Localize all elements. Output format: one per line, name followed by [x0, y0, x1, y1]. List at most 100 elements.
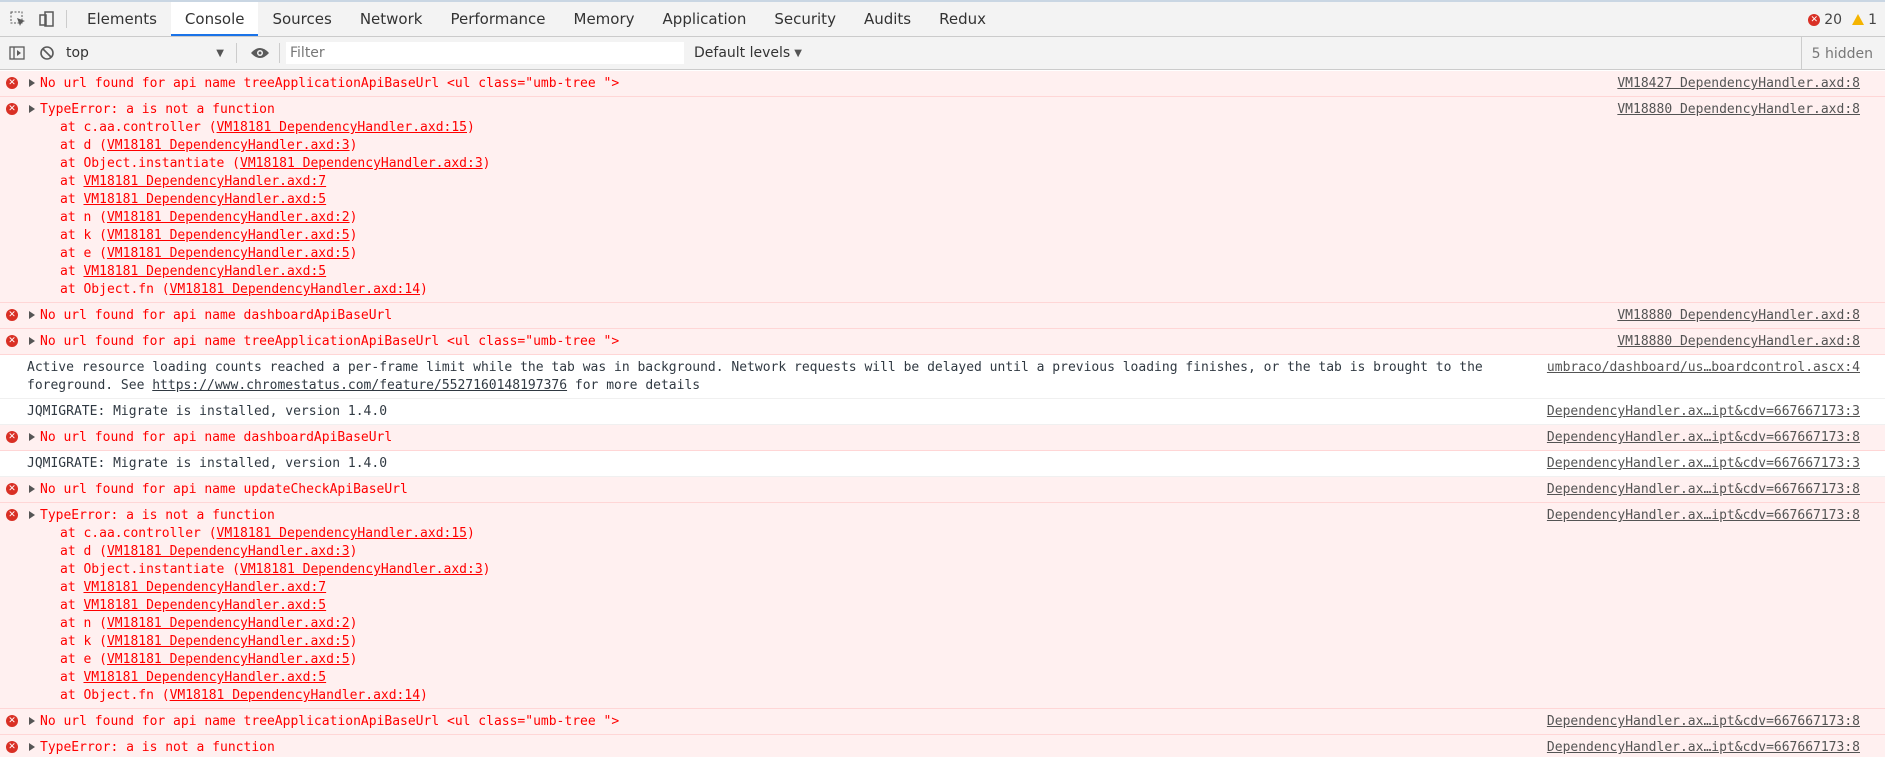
live-expression-eye-icon[interactable] [247, 41, 273, 65]
stack-frame-link[interactable]: VM18181 DependencyHandler.axd:15 [217, 120, 467, 135]
stack-frame-link[interactable]: VM18181 DependencyHandler.axd:7 [83, 580, 326, 595]
stack-frame-link[interactable]: VM18181 DependencyHandler.axd:5 [107, 634, 350, 649]
warning-count-icon [1852, 14, 1865, 25]
stack-frame-link[interactable]: VM18181 DependencyHandler.axd:5 [83, 598, 326, 613]
message-source-link[interactable]: DependencyHandler.ax…ipt&cdv=667667173:8 [1547, 507, 1860, 525]
console-error-message[interactable]: ✕ No url found for api name dashboardApiB… [0, 303, 1885, 329]
message-source-link[interactable]: DependencyHandler.ax…ipt&cdv=667667173:8 [1547, 429, 1860, 447]
message-link[interactable]: https://www.chromestatus.com/feature/552… [152, 378, 567, 393]
stack-frame-link[interactable]: VM18181 DependencyHandler.axd:3 [240, 156, 483, 171]
message-text: No url found for api name dashboardApiBa… [40, 430, 393, 445]
stack-frame-prefix: at Object.instantiate ( [60, 156, 241, 171]
console-error-message[interactable]: ✕ No url found for api name treeApplicati… [0, 71, 1885, 97]
error-icon: ✕ [6, 77, 18, 89]
message-text: TypeError: a is not a function [40, 508, 275, 523]
console-error-message[interactable]: ✕ No url found for api name updateCheckAp… [0, 477, 1885, 503]
stack-frame-link[interactable]: VM18181 DependencyHandler.axd:5 [107, 228, 350, 243]
message-source-link[interactable]: DependencyHandler.ax…ipt&cdv=667667173:8 [1547, 713, 1860, 731]
message-source-link[interactable]: VM18880 DependencyHandler.axd:8 [1617, 333, 1860, 351]
stack-frame-suffix: ) [349, 210, 358, 225]
log-levels-dropdown[interactable]: Default levels ▼ [684, 45, 812, 61]
expand-triangle-icon[interactable] [29, 105, 35, 113]
device-toolbar-icon[interactable] [32, 2, 60, 36]
stack-frame-suffix: ) [467, 526, 475, 541]
console-info-message[interactable]: Active resource loading counts reached a… [0, 355, 1885, 399]
toolbar-divider [279, 43, 280, 63]
message-source-link[interactable]: VM18880 DependencyHandler.axd:8 [1617, 101, 1860, 119]
context-selector[interactable]: top ▼ [60, 42, 230, 64]
message-source-link[interactable]: DependencyHandler.ax…ipt&cdv=667667173:3 [1547, 455, 1860, 473]
stack-frame-link[interactable]: VM18181 DependencyHandler.axd:2 [107, 210, 350, 225]
stack-frame-link[interactable]: VM18181 DependencyHandler.axd:3 [240, 562, 483, 577]
stack-frame: at Object.fn (VM18181 DependencyHandler.… [40, 687, 1485, 705]
tab-application[interactable]: Application [649, 2, 761, 36]
stack-frame-link[interactable]: VM18181 DependencyHandler.axd:5 [107, 652, 350, 667]
expand-triangle-icon[interactable] [29, 717, 35, 725]
console-error-message[interactable]: ✕ TypeError: a is not a function at c.aa.c… [0, 97, 1885, 303]
expand-triangle-icon[interactable] [29, 485, 35, 493]
console-error-message[interactable]: ✕ TypeError: a is not a function Dependenc… [0, 735, 1885, 757]
tab-security[interactable]: Security [760, 2, 850, 36]
stack-frame-suffix: ) [482, 156, 491, 171]
tab-redux[interactable]: Redux [925, 2, 1000, 36]
stack-frame-link[interactable]: VM18181 DependencyHandler.axd:7 [83, 174, 326, 189]
stack-frame-link[interactable]: VM18181 DependencyHandler.axd:14 [170, 282, 420, 297]
expand-triangle-icon[interactable] [29, 511, 35, 519]
stack-frame-link[interactable]: VM18181 DependencyHandler.axd:3 [107, 138, 350, 153]
expand-triangle-icon[interactable] [29, 433, 35, 441]
message-source-link[interactable]: VM18880 DependencyHandler.axd:8 [1617, 307, 1860, 325]
message-source-link[interactable]: DependencyHandler.ax…ipt&cdv=667667173:8 [1547, 481, 1860, 499]
stack-frame-suffix: ) [349, 228, 358, 243]
console-info-message[interactable]: JQMIGRATE: Migrate is installed, version… [0, 399, 1885, 425]
issue-counters[interactable]: ✕ 20 1 [1808, 2, 1877, 37]
expand-triangle-icon[interactable] [29, 79, 35, 87]
tab-network[interactable]: Network [346, 2, 437, 36]
message-source-link[interactable]: VM18427 DependencyHandler.axd:8 [1617, 75, 1860, 93]
stack-frame: at e (VM18181 DependencyHandler.axd:5) [40, 651, 1485, 669]
message-text-suffix: for more details [567, 378, 701, 393]
message-source-link[interactable]: umbraco/dashboard/us…boardcontrol.ascx:4 [1547, 359, 1860, 377]
error-icon: ✕ [6, 715, 18, 727]
tab-performance[interactable]: Performance [436, 2, 559, 36]
clear-console-icon[interactable] [34, 41, 60, 65]
expand-triangle-icon[interactable] [29, 337, 35, 345]
stack-frame-prefix: at [60, 580, 84, 595]
error-icon: ✕ [6, 741, 18, 753]
inspect-element-icon[interactable] [4, 2, 32, 36]
hidden-messages-count: 5 hidden [1800, 37, 1873, 70]
stack-frame: at n (VM18181 DependencyHandler.axd:2) [40, 615, 1485, 633]
stack-frame-link[interactable]: VM18181 DependencyHandler.axd:5 [107, 246, 350, 261]
console-error-message[interactable]: ✕ TypeError: a is not a function at c.aa.c… [0, 503, 1885, 709]
stack-frame: at n (VM18181 DependencyHandler.axd:2) [40, 209, 1485, 227]
filter-input[interactable] [286, 42, 684, 64]
error-icon: ✕ [6, 431, 18, 443]
console-error-message[interactable]: ✕ No url found for api name treeApplicati… [0, 329, 1885, 355]
stack-frame-link[interactable]: VM18181 DependencyHandler.axd:3 [107, 544, 350, 559]
stack-frame-link[interactable]: VM18181 DependencyHandler.axd:5 [83, 264, 326, 279]
stack-frame-link[interactable]: VM18181 DependencyHandler.axd:14 [170, 688, 420, 703]
stack-frame-link[interactable]: VM18181 DependencyHandler.axd:2 [107, 616, 350, 631]
message-text: TypeError: a is not a function [40, 102, 275, 117]
console-info-message[interactable]: JQMIGRATE: Migrate is installed, version… [0, 451, 1885, 477]
stack-frame: at Object.fn (VM18181 DependencyHandler.… [40, 281, 1485, 299]
message-source-link[interactable]: DependencyHandler.ax…ipt&cdv=667667173:8 [1547, 739, 1860, 757]
stack-frame: at d (VM18181 DependencyHandler.axd:3) [40, 137, 1485, 155]
tab-elements[interactable]: Elements [73, 2, 171, 36]
console-error-message[interactable]: ✕ No url found for api name treeApplicati… [0, 709, 1885, 735]
tab-console[interactable]: Console [170, 2, 259, 36]
expand-triangle-icon[interactable] [29, 311, 35, 319]
expand-triangle-icon[interactable] [29, 743, 35, 751]
tab-sources[interactable]: Sources [258, 2, 345, 36]
stack-frame-link[interactable]: VM18181 DependencyHandler.axd:5 [83, 670, 326, 685]
message-source-link[interactable]: DependencyHandler.ax…ipt&cdv=667667173:3 [1547, 403, 1860, 421]
stack-frame: at e (VM18181 DependencyHandler.axd:5) [40, 245, 1485, 263]
stack-frame: at VM18181 DependencyHandler.axd:7 [40, 579, 1485, 597]
show-sidebar-icon[interactable] [4, 41, 30, 65]
console-error-message[interactable]: ✕ No url found for api name dashboardApiB… [0, 425, 1885, 451]
tab-memory[interactable]: Memory [560, 2, 649, 36]
stack-frame-link[interactable]: VM18181 DependencyHandler.axd:5 [83, 192, 326, 207]
stack-frame-link[interactable]: VM18181 DependencyHandler.axd:15 [217, 526, 467, 541]
stack-frame-prefix: at n ( [60, 210, 107, 225]
stack-frame-suffix: ) [349, 652, 358, 667]
tab-audits[interactable]: Audits [850, 2, 925, 36]
